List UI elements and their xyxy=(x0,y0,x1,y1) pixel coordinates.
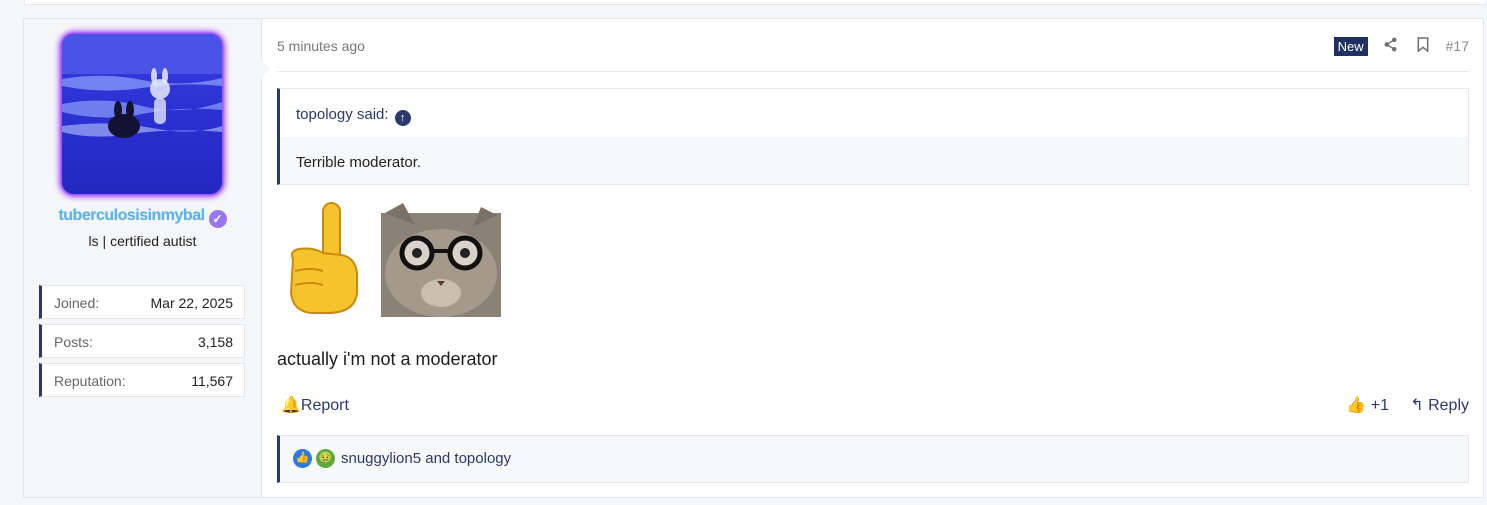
stat-reputation: Reputation: 11,567 xyxy=(39,363,245,397)
like-button[interactable]: 👍 +1 xyxy=(1346,395,1389,415)
new-badge: New xyxy=(1333,36,1368,56)
thumbs-up-icon: 👍 xyxy=(1346,397,1367,414)
reply-button[interactable]: ↰ Reply xyxy=(1410,395,1469,415)
stat-label: Reputation: xyxy=(54,373,126,389)
stat-posts: Posts: 3,158 xyxy=(39,324,245,358)
post-actions: 🔔Report 👍 +1 ↰ Reply xyxy=(277,395,1469,417)
post-meta-actions: New #17 xyxy=(1333,36,1469,56)
stat-joined: Joined: Mar 22, 2025 xyxy=(39,285,245,319)
sidebar-pointer xyxy=(260,59,270,79)
sick-reaction-icon: 🤢 xyxy=(316,449,335,468)
quote-block: topology said: ↑ Terrible moderator. xyxy=(277,88,1469,185)
reply-label: Reply xyxy=(1428,397,1469,414)
pointing-up-emoji xyxy=(283,201,363,322)
quote-header: topology said: ↑ xyxy=(280,89,1468,137)
post-message: actually i'm not a moderator xyxy=(277,349,498,369)
divider xyxy=(277,71,1469,72)
reaction-icons: 👍 🤢 xyxy=(293,449,335,468)
bell-icon: 🔔 xyxy=(281,397,301,414)
reply-arrow-icon: ↰ xyxy=(1410,397,1424,414)
previous-post-edge xyxy=(24,0,1487,5)
share-icon[interactable] xyxy=(1382,37,1400,56)
user-title: ls | certified autist xyxy=(88,233,197,249)
like-count: +1 xyxy=(1370,397,1389,414)
stat-value: 11,567 xyxy=(191,373,233,389)
cat-with-glasses-emoji xyxy=(381,203,501,322)
quote-text: Terrible moderator. xyxy=(296,154,422,171)
quote-author-label: topology said: xyxy=(296,106,389,123)
quote-author[interactable]: topology said: ↑ xyxy=(296,106,411,126)
username-row: tuberculosisinmybal ✓ xyxy=(24,207,261,228)
reactions-list-link[interactable]: snuggylion5 and topology xyxy=(341,450,511,467)
user-stats: Joined: Mar 22, 2025 Posts: 3,158 Reputa… xyxy=(39,285,245,402)
reactions-bar: 👍 🤢 snuggylion5 and topology xyxy=(277,435,1469,483)
username-link[interactable]: tuberculosisinmybal xyxy=(58,207,205,224)
post-17: tuberculosisinmybal ✓ ls | certified auti… xyxy=(23,18,1484,498)
user-sidebar: tuberculosisinmybal ✓ ls | certified auti… xyxy=(24,19,262,497)
stat-value: 3,158 xyxy=(197,334,233,350)
report-label: Report xyxy=(300,397,349,414)
bookmark-icon[interactable] xyxy=(1414,36,1432,56)
quote-body: Terrible moderator. xyxy=(280,137,1468,184)
stat-label: Posts: xyxy=(54,334,93,350)
stat-label: Joined: xyxy=(54,295,100,311)
like-reaction-icon: 👍 xyxy=(293,449,312,468)
arrow-up-circle-icon[interactable]: ↑ xyxy=(394,110,411,126)
post-number-link[interactable]: #17 xyxy=(1446,38,1469,54)
verified-check-icon: ✓ xyxy=(208,210,227,228)
post-content: 5 minutes ago New #17 topology said: ↑ Te… xyxy=(277,19,1469,497)
report-button[interactable]: 🔔Report xyxy=(281,395,349,415)
post-timestamp[interactable]: 5 minutes ago xyxy=(277,38,365,54)
avatar[interactable] xyxy=(62,34,222,194)
stat-value: Mar 22, 2025 xyxy=(150,295,234,311)
